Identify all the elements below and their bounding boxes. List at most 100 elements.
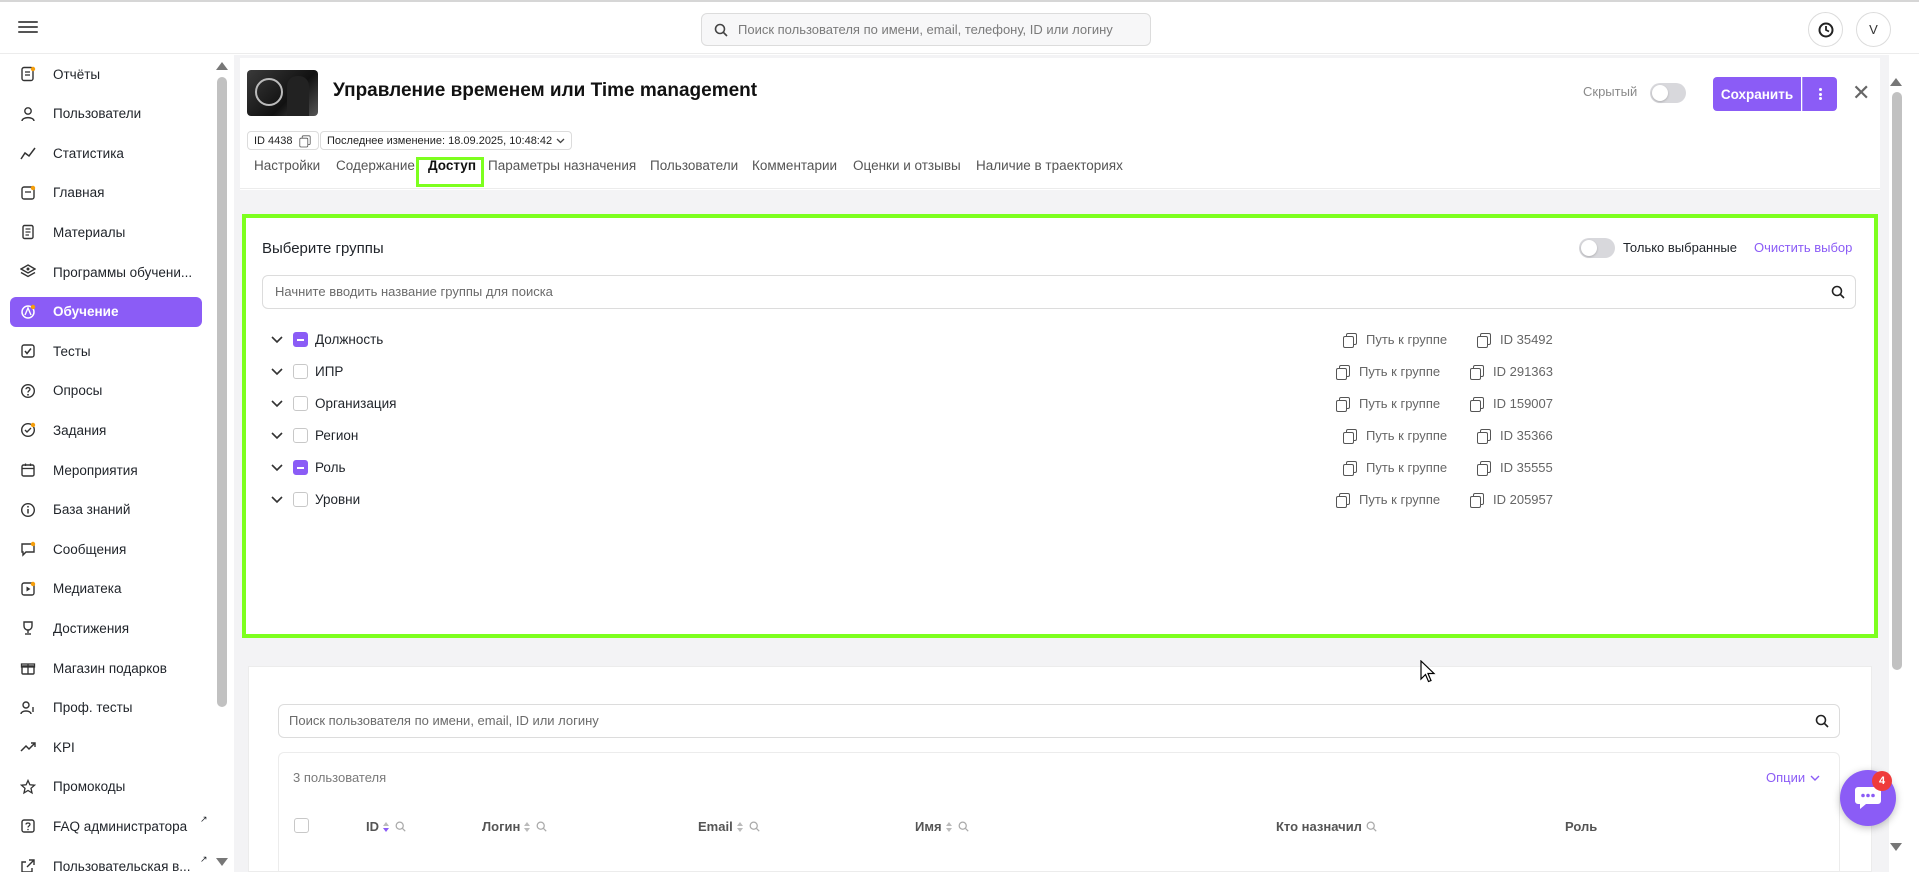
main-scrollbar[interactable] <box>1892 92 1902 670</box>
avatar[interactable]: V <box>1856 12 1891 47</box>
main-scroll-down-icon[interactable] <box>1890 843 1902 851</box>
menu-icon[interactable] <box>18 18 38 38</box>
tab-users[interactable]: Пользователи <box>650 158 738 173</box>
sidebar-item[interactable]: Материалы <box>10 217 202 247</box>
options-dropdown[interactable]: Опции <box>1766 770 1820 785</box>
column-search-icon[interactable] <box>749 821 760 832</box>
sidebar-item[interactable]: Опросы <box>10 376 202 406</box>
tab-assignment-params[interactable]: Параметры назначения <box>488 158 636 173</box>
chevron-down-icon[interactable] <box>270 366 284 378</box>
column-search-icon[interactable] <box>1366 821 1377 832</box>
chevron-down-icon[interactable] <box>270 334 284 346</box>
sidebar-item[interactable]: Медиатека <box>10 574 202 604</box>
column-header-login[interactable]: Логин <box>482 819 547 834</box>
column-search-icon[interactable] <box>395 821 406 832</box>
group-search[interactable] <box>262 275 1856 309</box>
tab-ratings[interactable]: Оценки и отзывы <box>853 158 961 173</box>
search-icon[interactable] <box>1831 285 1845 299</box>
sidebar-item[interactable]: Магазин подарков <box>10 653 202 683</box>
column-header-id[interactable]: ID <box>366 819 406 834</box>
column-header-email[interactable]: Email <box>698 819 760 834</box>
copy-icon[interactable] <box>298 134 311 147</box>
tab-settings[interactable]: Настройки <box>254 158 320 173</box>
search-icon[interactable] <box>1815 714 1829 728</box>
sidebar-scroll-up-icon[interactable] <box>216 62 228 70</box>
learning-icon <box>21 304 36 319</box>
tab-content[interactable]: Содержание <box>336 158 415 173</box>
sidebar-item[interactable]: Пользователи <box>10 99 202 129</box>
sidebar-item[interactable]: KPI <box>10 732 202 762</box>
copy-path-button[interactable]: Путь к группе <box>1336 492 1440 508</box>
user-search-input[interactable] <box>289 713 1769 728</box>
sidebar-item[interactable]: Пользовательская в... ↗ <box>10 851 208 872</box>
history-button[interactable] <box>1808 12 1843 47</box>
chevron-down-icon[interactable] <box>270 398 284 410</box>
copy-path-button[interactable]: Путь к группе <box>1343 460 1447 476</box>
sidebar-item[interactable]: Промокоды <box>10 772 202 802</box>
group-checkbox[interactable] <box>293 332 308 347</box>
user-search[interactable] <box>278 704 1840 738</box>
copy-id-button[interactable]: ID 35366 <box>1477 428 1553 444</box>
group-checkbox[interactable] <box>293 396 308 411</box>
chevron-down-icon[interactable] <box>270 462 284 474</box>
chevron-down-icon[interactable] <box>270 430 284 442</box>
sidebar-item[interactable]: FAQ администратора ↗ <box>10 811 208 841</box>
sidebar-item[interactable]: Сообщения <box>10 534 202 564</box>
copy-path-button[interactable]: Путь к группе <box>1343 332 1447 348</box>
sort-icon[interactable] <box>383 821 389 833</box>
column-search-icon[interactable] <box>536 821 547 832</box>
tab-trajectories[interactable]: Наличие в траекториях <box>976 158 1123 173</box>
copy-path-button[interactable]: Путь к группе <box>1336 396 1440 412</box>
sidebar-item-label: Главная <box>53 185 105 201</box>
main-scroll-up-icon[interactable] <box>1890 78 1902 86</box>
sidebar-item[interactable]: Тесты <box>10 336 202 366</box>
global-search-input[interactable] <box>738 22 1138 37</box>
sidebar-item[interactable]: Задания <box>10 415 202 445</box>
path-label: Путь к группе <box>1366 428 1448 443</box>
more-actions-button[interactable] <box>1802 77 1837 111</box>
global-search[interactable] <box>701 13 1151 46</box>
sidebar-scroll-down-icon[interactable] <box>216 858 228 866</box>
sidebar-item[interactable]: Отчёты <box>10 59 202 89</box>
copy-path-button[interactable]: Путь к группе <box>1343 428 1448 444</box>
group-checkbox[interactable] <box>293 492 308 507</box>
copy-id-button[interactable]: ID 35492 <box>1477 332 1553 348</box>
column-search-icon[interactable] <box>958 821 969 832</box>
sidebar-scrollbar[interactable] <box>217 77 227 707</box>
clear-selection-link[interactable]: Очистить выбор <box>1754 240 1852 255</box>
save-button[interactable]: Сохранить <box>1713 77 1801 111</box>
sidebar-item[interactable]: Мероприятия <box>10 455 202 485</box>
group-checkbox[interactable] <box>293 460 308 475</box>
group-search-input[interactable] <box>275 284 1775 299</box>
sidebar-item[interactable]: Главная <box>10 178 202 208</box>
group-checkbox[interactable] <box>293 364 308 379</box>
copy-icon <box>1336 396 1350 412</box>
column-header-assigned-by[interactable]: Кто назначил <box>1276 819 1377 834</box>
copy-id-button[interactable]: ID 35555 <box>1477 460 1553 476</box>
chevron-down-icon[interactable] <box>270 494 284 506</box>
faq-icon <box>21 819 35 834</box>
copy-id-button[interactable]: ID 291363 <box>1470 364 1553 380</box>
sort-icon[interactable] <box>945 821 952 833</box>
copy-id-button[interactable]: ID 205957 <box>1470 492 1553 508</box>
only-selected-toggle[interactable] <box>1579 238 1615 258</box>
copy-path-button[interactable]: Путь к группе <box>1336 364 1440 380</box>
column-header-name[interactable]: Имя <box>915 819 969 834</box>
tab-comments[interactable]: Комментарии <box>752 158 837 173</box>
sidebar-item[interactable]: Статистика <box>10 138 202 168</box>
sidebar-item[interactable]: База знаний <box>10 495 202 525</box>
copy-id-button[interactable]: ID 159007 <box>1470 396 1553 412</box>
id-chip[interactable]: ID 4438 <box>247 131 319 150</box>
sidebar-item[interactable]: Программы обучени... <box>10 257 202 287</box>
group-checkbox[interactable] <box>293 428 308 443</box>
sidebar-item[interactable]: Обучение <box>10 296 202 327</box>
hidden-toggle[interactable] <box>1650 83 1686 103</box>
select-all-checkbox[interactable] <box>294 818 309 833</box>
sort-icon[interactable] <box>736 821 743 833</box>
sidebar-item[interactable]: Достижения <box>10 613 202 643</box>
close-icon[interactable]: ✕ <box>1852 82 1870 104</box>
column-header-role[interactable]: Роль <box>1565 819 1597 834</box>
last-change-chip[interactable]: Последнее изменение: 18.09.2025, 10:48:4… <box>320 131 573 150</box>
sidebar-item[interactable]: Проф. тесты <box>10 693 202 723</box>
sort-icon[interactable] <box>524 821 531 833</box>
